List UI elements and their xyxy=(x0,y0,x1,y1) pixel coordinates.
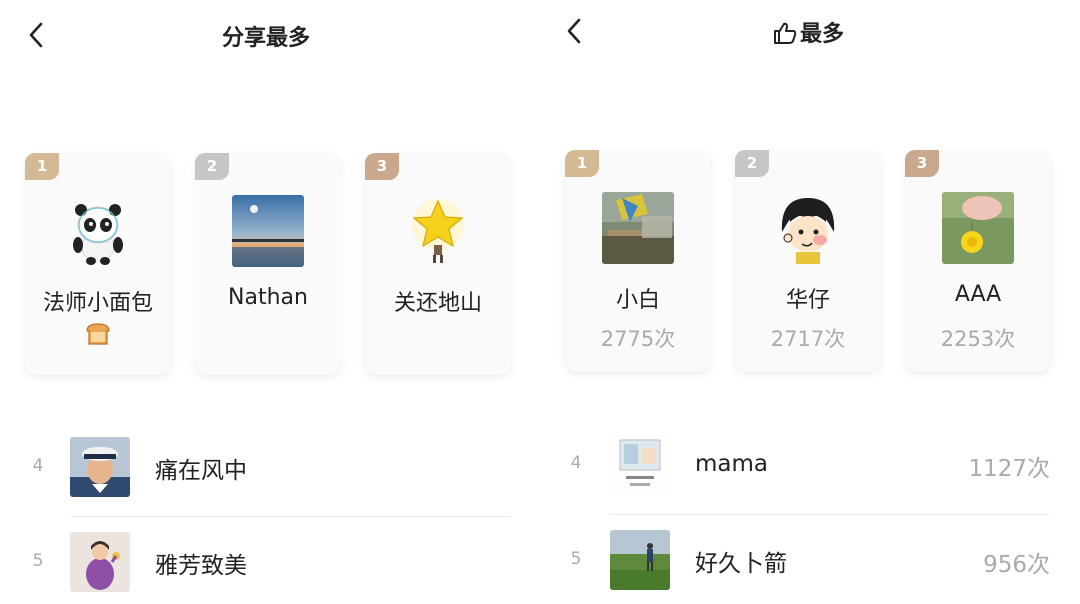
like-count: 1127次 xyxy=(968,456,1050,482)
back-button[interactable] xyxy=(560,14,590,48)
list-item[interactable]: 5 雅芳致美 xyxy=(0,522,540,602)
avatar xyxy=(610,434,670,494)
divider xyxy=(70,516,510,517)
like-count: 2775次 xyxy=(600,327,676,351)
thumbs-up-icon xyxy=(772,21,798,45)
user-name: AAA xyxy=(954,282,1002,307)
list-item[interactable]: 4 痛在风中 xyxy=(0,427,540,507)
avatar xyxy=(602,192,674,264)
top-rank-card[interactable]: 3 关还地山 xyxy=(365,153,511,375)
like-count: 2717次 xyxy=(770,327,846,351)
rank-badge: 2 xyxy=(735,150,769,177)
top-rank-card[interactable]: 2 Nathan xyxy=(195,153,341,375)
page-title: 最多 xyxy=(772,16,844,48)
user-name: 好久卜箭 xyxy=(695,551,787,577)
star-character-avatar xyxy=(402,195,474,267)
rank-badge: 1 xyxy=(565,150,599,177)
divider xyxy=(610,514,1050,515)
avatar xyxy=(402,195,474,267)
rank-number: 5 xyxy=(570,549,582,569)
avatar xyxy=(610,530,670,590)
like-count: 2253次 xyxy=(940,327,1016,351)
rank-badge: 2 xyxy=(195,153,229,180)
rank-number: 4 xyxy=(32,456,44,476)
top-rank-card[interactable]: 2 华仔 2717次 xyxy=(735,150,881,372)
user-name: 小白 xyxy=(615,288,660,313)
title-text: 最多 xyxy=(800,22,845,47)
avatar xyxy=(62,195,134,267)
panda-mascot-avatar xyxy=(62,195,134,267)
cartoon-girl-avatar xyxy=(772,192,844,264)
user-name: Nathan xyxy=(228,285,308,310)
top-rank-card[interactable]: 3 AAA 2253次 xyxy=(905,150,1051,372)
top-rank-card[interactable]: 1 小白 2775次 xyxy=(565,150,711,372)
user-name: 华仔 xyxy=(785,288,830,313)
field-walker-avatar xyxy=(610,530,670,590)
rank-badge: 1 xyxy=(25,153,59,180)
rank-number: 4 xyxy=(570,453,582,473)
sailor-avatar xyxy=(70,437,130,497)
bread-icon xyxy=(84,321,112,347)
rank-badge: 3 xyxy=(365,153,399,180)
outdoor-photo-avatar xyxy=(602,192,674,264)
user-name: 痛在风中 xyxy=(155,458,247,484)
like-count: 956次 xyxy=(983,552,1050,578)
lake-sunset-avatar xyxy=(232,195,304,267)
chevron-left-icon xyxy=(567,18,581,44)
avatar xyxy=(942,192,1014,264)
dandelion-hand-avatar xyxy=(942,192,1014,264)
avatar xyxy=(70,437,130,497)
avatar xyxy=(70,532,130,592)
list-item[interactable]: 5 好久卜箭 956次 xyxy=(540,520,1080,600)
user-name: 雅芳致美 xyxy=(155,553,247,579)
back-button[interactable] xyxy=(22,18,52,52)
chevron-left-icon xyxy=(29,22,43,48)
likes-ranking-panel: 最多 1 小白 2775次 2 华仔 2717次 3 AAA 2253次 4 m… xyxy=(540,0,1080,604)
avatar xyxy=(232,195,304,267)
rank-number: 5 xyxy=(32,551,44,571)
rank-badge: 3 xyxy=(905,150,939,177)
share-ranking-panel: 分享最多 1 法师小面包 2 Nathan 3 关还地山 4 痛在风中 5 雅芳… xyxy=(0,0,540,604)
top-rank-card[interactable]: 1 法师小面包 xyxy=(25,153,171,375)
page-title: 分享最多 xyxy=(222,26,311,51)
cartoon-lady-avatar xyxy=(70,532,130,592)
list-item[interactable]: 4 mama 1127次 xyxy=(540,424,1080,504)
user-name: 关还地山 xyxy=(393,291,482,316)
avatar xyxy=(772,192,844,264)
user-name: mama xyxy=(695,451,768,477)
illustration-avatar xyxy=(610,434,670,494)
user-name: 法师小面包 xyxy=(42,291,153,316)
